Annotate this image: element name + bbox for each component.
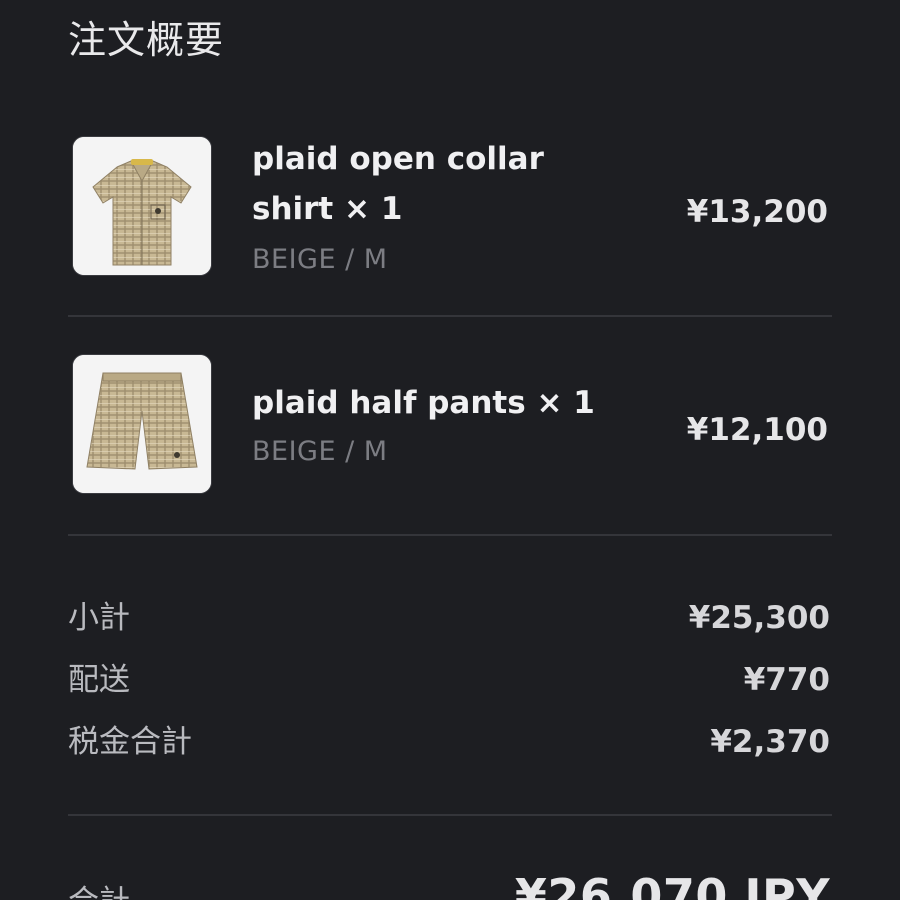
- plaid-shorts-icon: [73, 355, 211, 493]
- line-item: plaid open collar shirt × 1 BEIGE / M ¥1…: [68, 132, 832, 282]
- item-price: ¥12,100: [686, 412, 828, 448]
- divider: [68, 315, 832, 317]
- divider: [68, 814, 832, 816]
- subtotal-label: 小計: [68, 600, 130, 636]
- plaid-shirt-icon: [73, 137, 211, 275]
- divider: [68, 534, 832, 536]
- total-label: 合計: [68, 880, 130, 900]
- subtotal-row: 小計 ¥25,300: [68, 596, 832, 640]
- item-variant: BEIGE / M: [252, 436, 388, 467]
- shipping-value: ¥770: [743, 662, 830, 698]
- tax-label: 税金合計: [68, 724, 192, 760]
- total-value: ¥26,070 JPY: [514, 869, 830, 900]
- item-name: plaid half pants × 1: [252, 385, 595, 421]
- line-item: plaid half pants × 1 BEIGE / M ¥12,100: [68, 350, 832, 500]
- tax-row: 税金合計 ¥2,370: [68, 720, 832, 764]
- subtotal-value: ¥25,300: [688, 600, 830, 636]
- product-thumbnail: [72, 136, 212, 276]
- shipping-label: 配送: [68, 662, 130, 698]
- order-summary-page: 注文概要 plaid open collar shirt × 1 BEIGE /…: [0, 0, 900, 900]
- page-title: 注文概要: [68, 18, 225, 62]
- tax-value: ¥2,370: [710, 724, 830, 760]
- item-variant: BEIGE / M: [252, 244, 388, 275]
- item-name: plaid open collar shirt × 1: [252, 141, 544, 227]
- shipping-row: 配送 ¥770: [68, 658, 832, 702]
- product-thumbnail: [72, 354, 212, 494]
- total-row: 合計 ¥26,070 JPY: [68, 866, 832, 900]
- item-price: ¥13,200: [686, 194, 828, 230]
